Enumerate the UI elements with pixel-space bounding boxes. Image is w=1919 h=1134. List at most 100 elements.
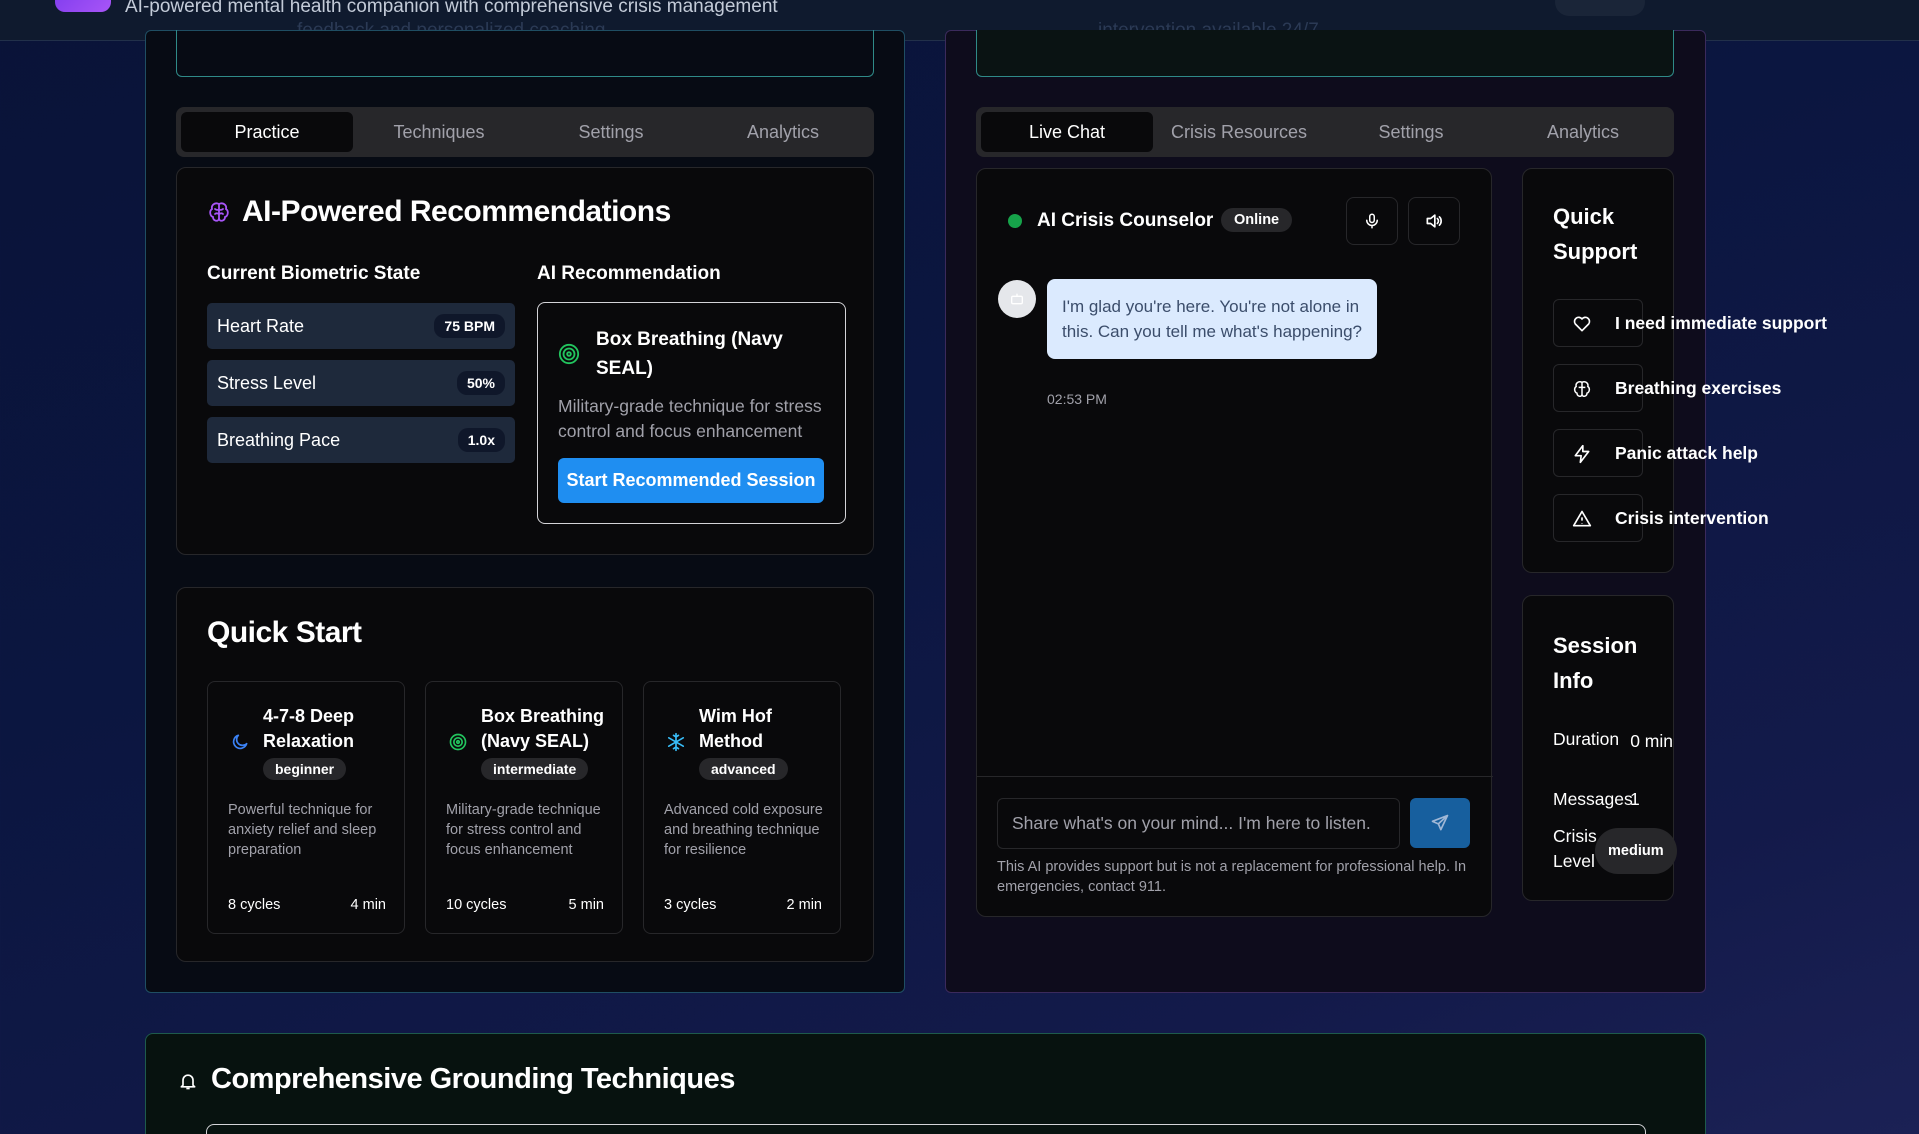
quick-start-title: Quick Start [207,616,362,649]
microphone-button[interactable] [1346,197,1398,245]
quick-start-card: Quick Start 4-7-8 Deep Relaxation beginn… [176,587,874,962]
chat-divider [977,776,1493,777]
microphone-icon [1366,213,1378,229]
duration-value: 0 min [1630,731,1673,751]
quick-support-card: Quick Support I need immediate support B… [1522,168,1827,573]
tab-analytics[interactable]: Analytics [1497,112,1669,152]
quick-support-label: Panic attack help [1615,443,1758,463]
immediate-support-button[interactable]: I need immediate support [1553,299,1827,347]
quick-support-label: Breathing exercises [1615,378,1782,398]
metric-value: 75 BPM [434,314,505,338]
technique-description: Military-grade technique for stress cont… [446,802,601,858]
ai-recommendations-card: AI-Powered Recommendations Current Biome… [176,167,874,555]
grounding-techniques-panel: Comprehensive Grounding Techniques [145,1033,1706,1134]
brain-icon [1573,381,1591,398]
technique-cycles: 8 cycles [228,897,281,913]
technique-duration: 2 min [786,897,822,913]
recommendation-box: Box Breathing (Navy SEAL) Military-grade… [537,302,846,524]
app-subtitle: AI-powered mental health companion with … [125,0,778,17]
crisis-level-badge: medium [1595,828,1677,874]
metric-breathing-pace: Breathing Pace 1.0x [207,417,515,463]
crisis-level-label: Crisis Level [1553,826,1597,871]
tab-settings[interactable]: Settings [1325,112,1497,152]
level-badge: advanced [699,758,788,780]
crisis-tabs: Live Chat Crisis Resources Settings Anal… [976,107,1674,157]
metric-label: Heart Rate [217,315,305,336]
technique-duration: 4 min [350,897,386,913]
chat-disclaimer: This AI provides support but is not a re… [997,859,1467,895]
tab-crisis-resources[interactable]: Crisis Resources [1153,112,1325,152]
grounding-title: Comprehensive Grounding Techniques [211,1063,735,1095]
tab-analytics[interactable]: Analytics [697,112,869,152]
technique-duration: 5 min [568,897,604,913]
snowflake-icon [667,732,685,752]
crisis-intro-card [976,30,1674,77]
zap-icon [1574,444,1590,464]
technique-title: Wim Hof Method [699,706,772,751]
chat-card: AI Crisis Counselor Online I'm glad you'… [976,168,1493,917]
level-badge: intermediate [481,758,589,780]
bot-icon [1011,293,1023,305]
technique-card-478[interactable]: 4-7-8 Deep Relaxation beginner Powerful … [207,681,405,934]
recommendations-title: AI-Powered Recommendations [242,195,671,228]
technique-description: Advanced cold exposure and breathing tec… [664,802,823,858]
header-pill [1555,0,1645,16]
technique-title: 4-7-8 Deep Relaxation [263,706,355,751]
speaker-button[interactable] [1408,197,1460,245]
quick-support-label: Crisis intervention [1615,508,1769,528]
tab-techniques[interactable]: Techniques [353,112,525,152]
technique-cycles: 3 cycles [664,897,717,913]
tab-live-chat[interactable]: Live Chat [981,112,1153,152]
level-badge: beginner [263,758,347,780]
technique-cycles: 10 cycles [446,897,507,913]
recommendation-description: Military-grade technique for stress cont… [558,396,822,441]
metric-value: 1.0x [457,428,505,452]
moon-icon [232,734,248,750]
breathing-exercises-button[interactable]: Breathing exercises [1553,364,1781,412]
online-indicator [1008,214,1022,228]
biometric-heading: Current Biometric State [207,263,421,284]
tab-settings[interactable]: Settings [525,112,697,152]
metric-label: Stress Level [217,372,317,393]
bell-icon [180,1074,196,1090]
session-info-card: Session Info Duration 0 min Messages 1 C… [1522,595,1677,901]
message-timestamp: 02:53 PM [1047,391,1107,407]
assistant-message: I'm glad you're here. You're not alone i… [1047,279,1377,359]
send-icon [1431,814,1449,831]
status-badge: Online [1221,208,1293,232]
grounding-content-card [206,1124,1646,1134]
messages-label: Messages [1553,789,1633,809]
tab-practice[interactable]: Practice [181,112,353,152]
target-icon [558,343,580,365]
technique-title: Box Breathing (Navy SEAL) [481,706,605,751]
technique-description: Powerful technique for anxiety relief an… [228,802,377,858]
app-logo [55,0,111,12]
target-icon [449,733,467,751]
alert-triangle-icon [1572,510,1592,527]
duration-label: Duration [1553,729,1620,749]
bot-avatar [998,280,1036,318]
technique-card-box-breathing[interactable]: Box Breathing (Navy SEAL) intermediate M… [425,681,623,934]
quick-support-label: I need immediate support [1615,313,1827,333]
metric-stress-level: Stress Level 50% [207,360,515,406]
volume-icon [1426,214,1442,228]
counselor-name: AI Crisis Counselor [1037,210,1214,231]
send-button[interactable] [1410,798,1470,848]
crisis-intervention-button[interactable]: Crisis intervention [1553,494,1769,542]
breathing-intro-card [176,30,874,77]
metric-label: Breathing Pace [217,429,341,450]
messages-value: 1 [1630,789,1640,809]
session-info-title: Session Info [1553,633,1638,693]
recommendation-title: Box Breathing (Navy SEAL) [596,329,783,379]
start-recommended-session-button[interactable]: Start Recommended Session [558,458,824,503]
metric-value: 50% [456,371,505,395]
breathing-tabs: Practice Techniques Settings Analytics [176,107,874,157]
panic-attack-help-button[interactable]: Panic attack help [1553,429,1758,477]
technique-card-wim-hof[interactable]: Wim Hof Method advanced Advanced cold ex… [643,681,841,934]
quick-support-title: Quick Support [1553,204,1638,264]
metric-heart-rate: Heart Rate 75 BPM [207,303,515,349]
ai-recommendation-heading: AI Recommendation [537,263,721,284]
heart-icon [1573,316,1591,332]
brain-icon [209,202,229,222]
chat-message-input[interactable] [997,798,1400,849]
